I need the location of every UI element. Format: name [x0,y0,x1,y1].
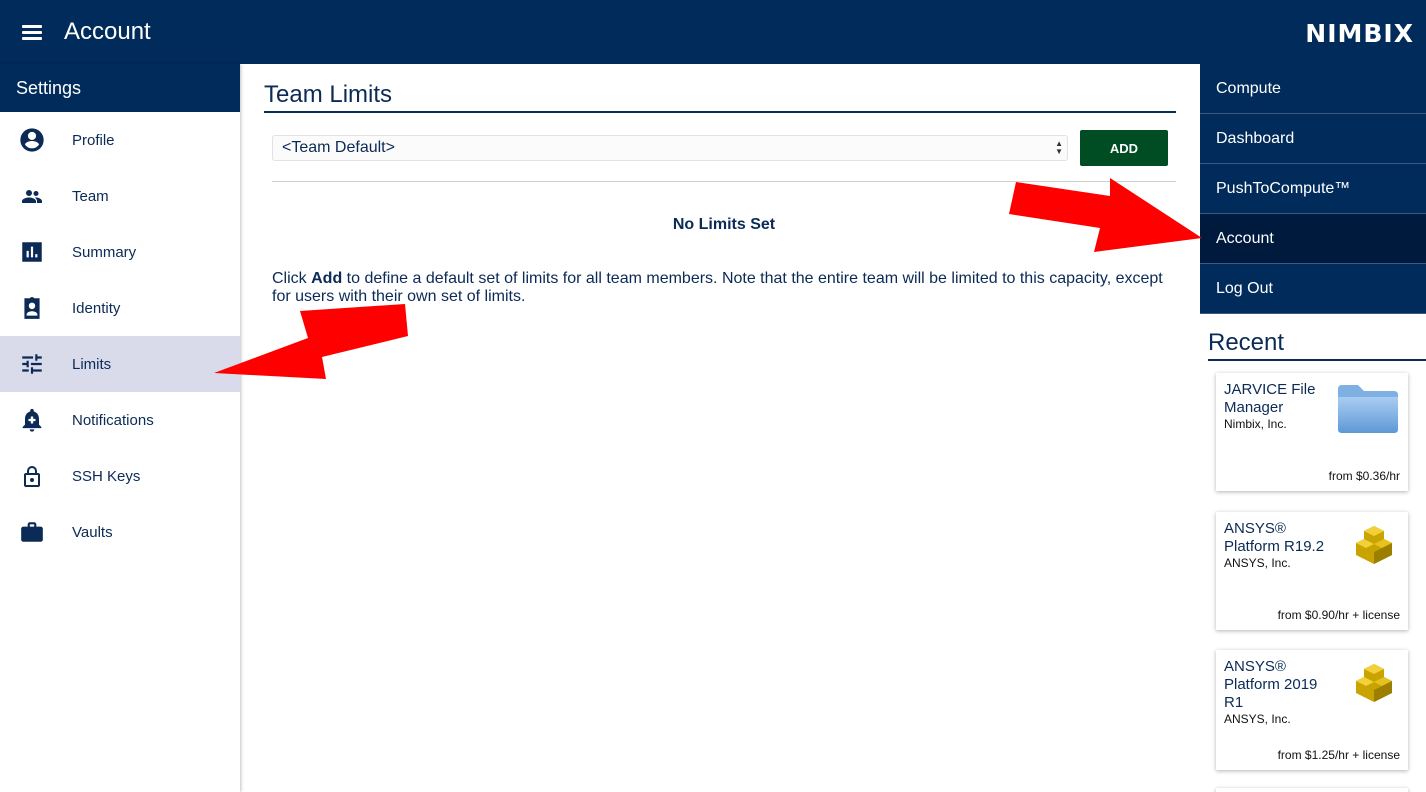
sidebar-item-ssh-keys[interactable]: SSH Keys [0,448,240,504]
sidebar-item-label: Notifications [72,411,154,429]
add-limits-button[interactable]: ADD [1080,130,1168,166]
top-app-bar: Account NIMBIX [0,0,1426,64]
lock-icon [16,460,48,492]
select-value: <Team Default> [282,139,395,156]
select-arrows-icon: ▲ ▼ [1055,139,1063,156]
ansys-cube-icon [1354,524,1394,571]
settings-sidebar: Settings Profile Team Summary Identity L… [0,64,240,792]
card-name: ANSYS® Platform 2019 R1 [1224,658,1318,711]
sidebar-item-limits[interactable]: Limits [0,336,240,392]
ansys-cube-icon [1354,662,1394,709]
recent-card-ansys-r19-2[interactable]: ANSYS® Platform R19.2 ANSYS, Inc. from $… [1216,512,1408,630]
sidebar-item-label: Profile [72,131,115,149]
menu-icon[interactable] [22,24,42,40]
account-circle-icon [16,124,48,156]
sidebar-item-label: Summary [72,243,137,261]
card-name: ANSYS® Platform R19.2 [1224,520,1325,555]
limits-toolbar: <Team Default> ▲ ▼ ADD [264,130,1176,166]
card-price: from $1.25/hr + license [1277,748,1400,762]
team-member-select[interactable]: <Team Default> ▲ ▼ [272,135,1068,161]
bar-chart-icon [16,236,48,268]
sidebar-item-label: Vaults [72,523,113,541]
card-price: from $0.36/hr [1328,469,1400,483]
right-nav: Compute Dashboard PushToCompute™ Account… [1200,64,1426,361]
nav-log-out[interactable]: Log Out [1200,264,1426,314]
briefcase-icon [16,516,48,548]
nav-pushtocompute[interactable]: PushToCompute™ [1200,164,1426,214]
recent-title: Recent [1208,329,1426,361]
card-price: from $0.90/hr + license [1277,608,1400,622]
nimbix-logo[interactable]: NIMBIX [1305,19,1414,48]
sidebar-item-label: SSH Keys [72,467,141,485]
sidebar-item-label: Limits [72,355,112,373]
tune-sliders-icon [16,348,48,380]
sidebar-item-label: Team [72,187,109,205]
recent-card-ansys-2019-r1[interactable]: ANSYS® Platform 2019 R1 ANSYS, Inc. from… [1216,650,1408,770]
sidebar-item-notifications[interactable]: Notifications [0,392,240,448]
sidebar-item-vaults[interactable]: Vaults [0,504,240,560]
bell-plus-icon [16,404,48,436]
card-name: JARVICE File Manager [1224,381,1316,416]
nav-account[interactable]: Account [1200,214,1426,264]
sidebar-item-profile[interactable]: Profile [0,112,240,168]
page-title: Account [64,18,151,45]
recent-card-jarvice-file-manager[interactable]: JARVICE File Manager Nimbix, Inc. from $… [1216,373,1408,491]
sidebar-item-identity[interactable]: Identity [0,280,240,336]
sidebar-title: Settings [0,64,240,112]
annotation-arrow-account [1009,178,1202,252]
people-icon [16,180,48,212]
sidebar-item-label: Identity [72,299,121,317]
desc-bold: Add [311,270,343,287]
nav-dashboard[interactable]: Dashboard [1200,114,1426,164]
card-vendor: ANSYS, Inc. [1224,712,1291,726]
desc-prefix: Click [272,270,312,287]
annotation-arrow-limits [214,304,408,379]
sidebar-item-team[interactable]: Team [0,168,240,224]
badge-icon [16,292,48,324]
nav-compute[interactable]: Compute [1200,64,1426,114]
sidebar-item-summary[interactable]: Summary [0,224,240,280]
recent-card-partial[interactable] [1216,788,1408,792]
section-title: Team Limits [264,64,1176,113]
folder-icon [1336,383,1400,440]
